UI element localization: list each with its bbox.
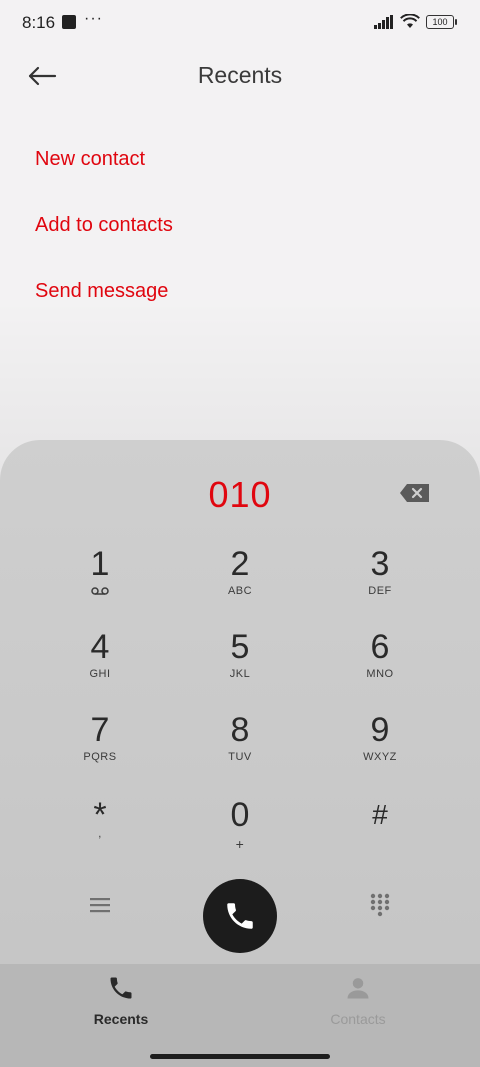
- key-4[interactable]: 4 GHI: [45, 628, 155, 702]
- more-notifications-icon: ···: [84, 10, 103, 27]
- status-time: 8:16: [22, 13, 56, 32]
- key-2[interactable]: 2 ABC: [185, 545, 295, 619]
- key-star[interactable]: * ,: [45, 796, 155, 870]
- backspace-icon: [400, 484, 429, 502]
- key-letters: WXYZ: [363, 751, 397, 763]
- notification-icon: [62, 15, 76, 29]
- dialpad-toggle-button[interactable]: [360, 885, 400, 925]
- key-letters: ,: [98, 828, 102, 840]
- nav-recents[interactable]: Recents: [51, 974, 191, 1027]
- key-9[interactable]: 9 WXYZ: [325, 711, 435, 785]
- menu-icon: [90, 898, 110, 913]
- voicemail-icon: [91, 587, 109, 595]
- key-letters: MNO: [366, 668, 394, 680]
- key-letters: DEF: [368, 585, 392, 597]
- key-letters: TUV: [228, 751, 252, 763]
- nav-contacts[interactable]: Contacts: [288, 974, 428, 1027]
- key-digit: 0: [230, 796, 250, 834]
- key-8[interactable]: 8 TUV: [185, 711, 295, 785]
- add-to-contacts-link[interactable]: Add to contacts: [35, 214, 173, 237]
- key-digit: 7: [90, 711, 110, 749]
- key-letters: JKL: [229, 668, 251, 680]
- phone-icon: [227, 903, 253, 929]
- nav-contacts-label: Contacts: [330, 1011, 386, 1027]
- page-title: Recents: [197, 62, 283, 88]
- send-message-link[interactable]: Send message: [35, 280, 168, 303]
- contacts-person-icon: [347, 978, 369, 999]
- key-digit: #: [372, 799, 388, 830]
- wifi-icon: [400, 14, 420, 28]
- call-button[interactable]: [203, 879, 277, 953]
- key-3[interactable]: 3 DEF: [325, 545, 435, 619]
- nav-recents-label: Recents: [93, 1011, 149, 1027]
- new-contact-link[interactable]: New contact: [35, 148, 145, 171]
- key-1[interactable]: 1: [45, 545, 155, 619]
- status-indicators: 100: [374, 14, 457, 29]
- backspace-button[interactable]: [398, 481, 432, 505]
- status-bar: 8:16 ··· 100: [0, 0, 480, 48]
- key-letters: ABC: [227, 585, 253, 597]
- key-7[interactable]: 7 PQRS: [45, 711, 155, 785]
- menu-button[interactable]: [80, 885, 120, 925]
- key-5[interactable]: 5 JKL: [185, 628, 295, 702]
- home-indicator: [150, 1054, 330, 1059]
- bottom-nav: Recents Contacts: [0, 964, 480, 1067]
- key-digit: 3: [370, 545, 390, 583]
- key-digit: 6: [370, 628, 390, 666]
- key-digit: 5: [230, 628, 250, 666]
- key-digit: 8: [230, 711, 250, 749]
- key-digit: 1: [90, 545, 110, 583]
- key-0[interactable]: 0 +: [185, 796, 295, 870]
- key-digit: 2: [230, 545, 250, 583]
- key-hash[interactable]: #: [325, 796, 435, 870]
- key-digit: 4: [90, 628, 110, 666]
- battery-icon: 100: [426, 14, 457, 29]
- signal-icon: [374, 14, 393, 29]
- dialpad-icon: [370, 893, 390, 917]
- key-letters: GHI: [89, 668, 111, 680]
- key-letters: +: [235, 836, 245, 852]
- recents-phone-icon: [110, 977, 132, 999]
- key-digit: 9: [370, 711, 390, 749]
- key-6[interactable]: 6 MNO: [325, 628, 435, 702]
- key-letters: PQRS: [83, 751, 117, 763]
